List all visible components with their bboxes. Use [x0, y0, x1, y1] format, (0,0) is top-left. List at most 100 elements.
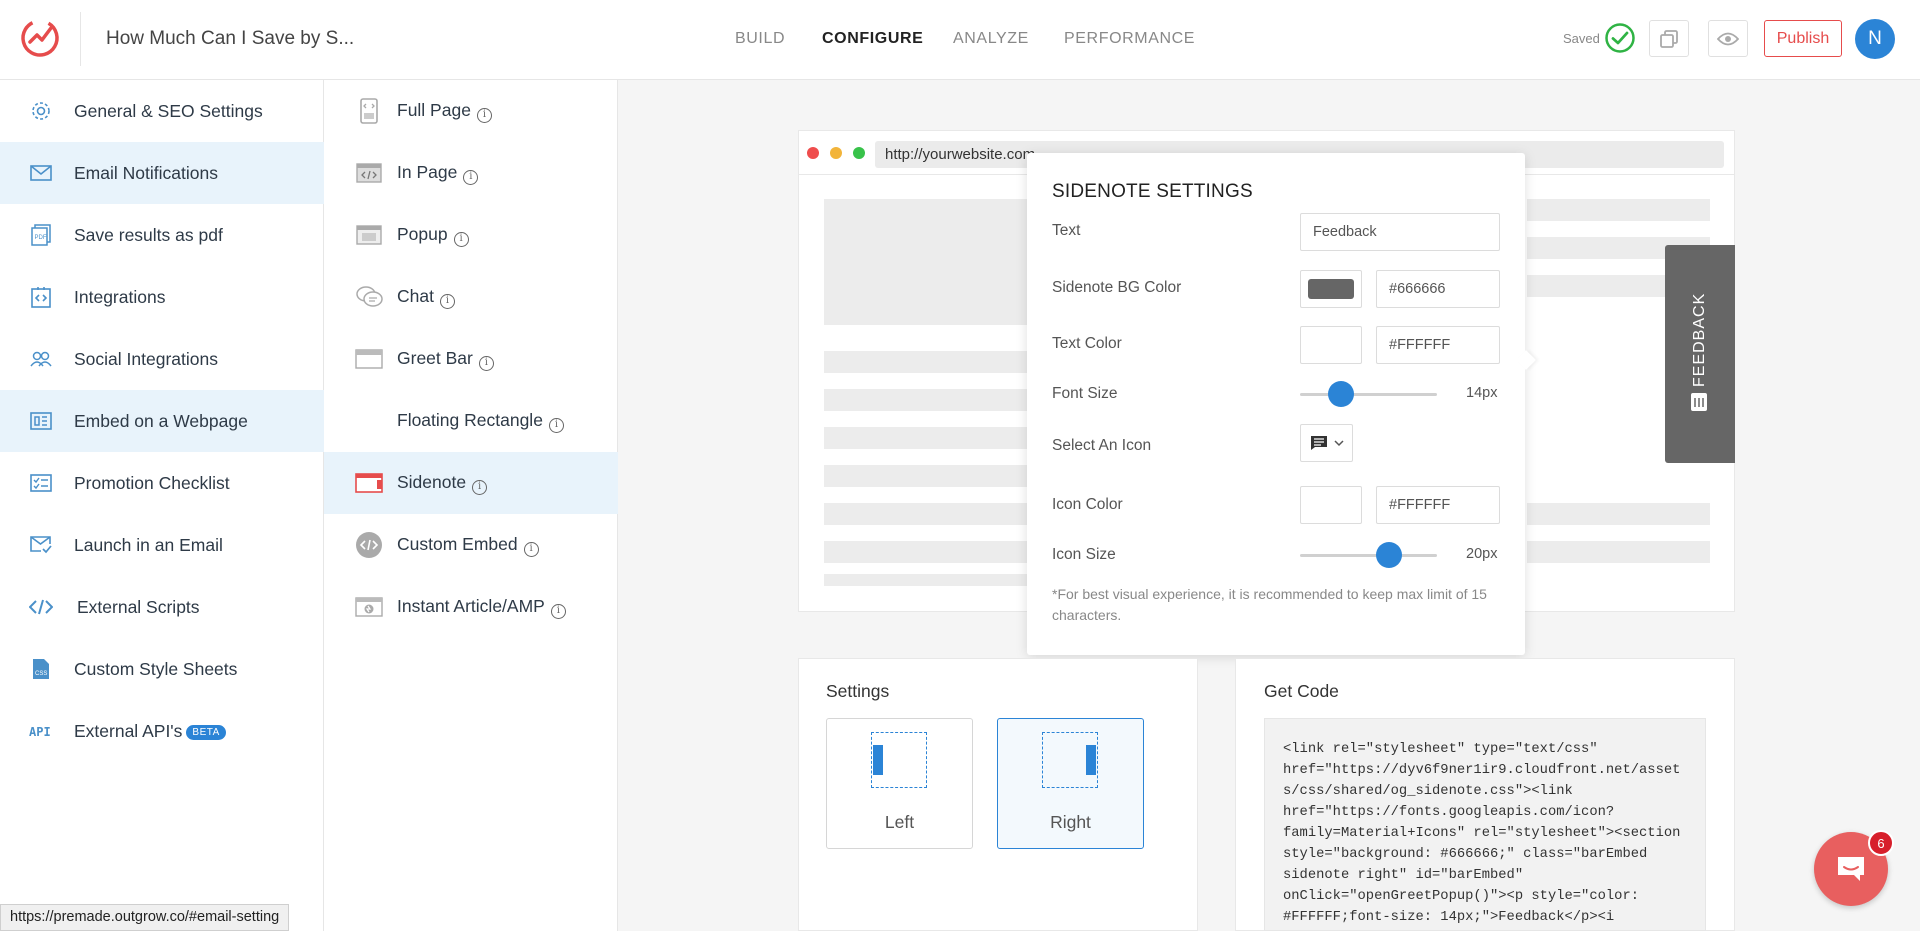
text-color-swatch[interactable] — [1300, 326, 1362, 364]
font-size-slider-thumb[interactable] — [1328, 381, 1355, 407]
nav-build[interactable]: BUILD — [735, 30, 785, 48]
font-size-slider-track[interactable] — [1300, 393, 1437, 396]
duplicate-button[interactable] — [1649, 20, 1689, 57]
embed-option-custom-embed[interactable]: Custom Embed i — [324, 514, 618, 576]
embed-option-in-page[interactable]: In Page i — [324, 142, 618, 204]
sidebar-item-social-integrations[interactable]: Social Integrations — [0, 328, 324, 390]
embed-option-label: Instant Article/AMP i — [397, 596, 566, 619]
sidebar-item-external-scripts[interactable]: External Scripts — [0, 576, 324, 638]
outgrow-logo-icon[interactable] — [18, 15, 62, 59]
info-icon[interactable]: i — [523, 541, 539, 557]
calculator-title[interactable]: How Much Can I Save by S... — [106, 28, 354, 50]
email-launch-icon — [29, 533, 53, 557]
sidebar-item-custom-css[interactable]: CSS Custom Style Sheets — [0, 638, 324, 700]
sidenote-preview-text: FEEDBACK — [1691, 292, 1708, 388]
sidebar-item-label: Email Notifications — [74, 162, 218, 183]
icon-color-input[interactable]: #FFFFFF — [1376, 486, 1500, 524]
character-limit-note: *For best visual experience, it is recom… — [1052, 586, 1487, 623]
info-icon[interactable]: i — [453, 231, 469, 247]
floating-rectangle-text: Floating Rectangle — [397, 409, 543, 430]
text-label: Text — [1052, 222, 1081, 239]
bg-color-preview — [1308, 279, 1354, 299]
gear-icon — [29, 99, 53, 123]
icon-size-slider-track[interactable] — [1300, 554, 1437, 557]
pdf-icon: PDF — [29, 223, 53, 247]
placeholder-image — [824, 199, 1034, 325]
embed-option-popup[interactable]: Popup i — [324, 204, 618, 266]
comment-icon — [1311, 436, 1327, 450]
font-size-label: Font Size — [1052, 385, 1118, 402]
instant-article-text: Instant Article/AMP — [397, 595, 545, 616]
text-color-input[interactable]: #FFFFFF — [1376, 326, 1500, 364]
placeholder-line — [824, 465, 1034, 487]
full-page-text: Full Page — [397, 99, 471, 120]
publish-button[interactable]: Publish — [1764, 20, 1842, 57]
info-icon[interactable]: i — [463, 169, 479, 185]
copy-icon — [1660, 29, 1678, 48]
maximize-dot-icon — [853, 147, 865, 159]
sidebar-item-integrations[interactable]: Integrations — [0, 266, 324, 328]
popup-text: Popup — [397, 223, 448, 244]
sidebar-item-embed-webpage[interactable]: Embed on a Webpage — [0, 390, 324, 452]
embed-option-label: Floating Rectangle i — [397, 410, 564, 433]
nav-analyze[interactable]: ANALYZE — [953, 30, 1029, 48]
embed-option-chat[interactable]: Chat i — [324, 266, 618, 328]
sidebar-item-save-pdf[interactable]: PDF Save results as pdf — [0, 204, 324, 266]
users-icon — [29, 347, 53, 371]
icon-color-swatch[interactable] — [1300, 486, 1362, 524]
embed-option-label: Sidenote i — [397, 472, 488, 495]
user-avatar[interactable]: N — [1855, 19, 1895, 59]
info-icon[interactable]: i — [550, 603, 566, 619]
amp-icon — [355, 593, 383, 621]
embed-option-greet-bar[interactable]: Greet Bar i — [324, 328, 618, 390]
feedback-icon — [1691, 393, 1707, 411]
icon-size-value: 20px — [1466, 546, 1498, 562]
embed-option-full-page[interactable]: Full Page i — [324, 80, 618, 142]
sidebar-item-email-notifications[interactable]: Email Notifications — [0, 142, 324, 204]
sidenote-text-input[interactable]: Feedback — [1300, 213, 1500, 251]
right-tab-indicator — [1086, 745, 1096, 775]
embed-option-instant-article[interactable]: Instant Article/AMP i — [324, 576, 618, 638]
sidebar-item-label: Save results as pdf — [74, 224, 223, 245]
eye-icon — [1717, 32, 1739, 45]
font-size-value: 14px — [1466, 385, 1498, 401]
info-icon[interactable]: i — [476, 107, 492, 123]
bg-color-swatch[interactable] — [1300, 270, 1362, 308]
embed-code-block[interactable]: <link rel="stylesheet" type="text/css" h… — [1264, 718, 1706, 931]
sidebar-item-external-api[interactable]: API External API's BETA — [0, 700, 324, 762]
code-icon — [29, 595, 53, 619]
chat-icon — [355, 283, 383, 311]
sidebar-item-label: Launch in an Email — [74, 534, 223, 555]
icon-select-dropdown[interactable] — [1300, 424, 1353, 462]
sidebar-item-label: External API's BETA — [74, 721, 226, 742]
chevron-down-icon — [1334, 440, 1344, 447]
info-icon[interactable]: i — [439, 293, 455, 309]
info-icon[interactable]: i — [478, 355, 494, 371]
placeholder-line — [824, 351, 1034, 373]
css-icon: CSS — [29, 657, 53, 681]
bg-color-input[interactable]: #666666 — [1376, 270, 1500, 308]
embed-option-sidenote[interactable]: Sidenote i — [324, 452, 618, 514]
settings-sidebar: General & SEO Settings Email Notificatio… — [0, 80, 324, 931]
position-left-label: Left — [884, 812, 915, 832]
checklist-icon — [29, 471, 53, 495]
placeholder-line — [824, 427, 1034, 449]
sidebar-item-launch-email[interactable]: Launch in an Email — [0, 514, 324, 576]
integrations-icon — [29, 285, 53, 309]
embed-option-label: Full Page i — [397, 100, 492, 123]
in-page-text: In Page — [397, 161, 458, 182]
sidenote-settings-title: SIDENOTE SETTINGS — [1052, 181, 1253, 202]
unread-count-badge: 6 — [1868, 830, 1894, 856]
top-header: How Much Can I Save by S... BUILD CONFIG… — [0, 0, 1920, 80]
in-page-icon — [355, 159, 383, 187]
icon-size-slider-thumb[interactable] — [1376, 542, 1403, 568]
saved-status: Saved — [1563, 31, 1600, 46]
info-icon[interactable]: i — [472, 479, 488, 495]
info-icon[interactable]: i — [548, 417, 564, 433]
embed-option-floating-rectangle[interactable]: Floating Rectangle i — [324, 390, 618, 452]
preview-button[interactable] — [1708, 20, 1748, 57]
nav-performance[interactable]: PERFORMANCE — [1064, 30, 1195, 48]
sidebar-item-general-seo[interactable]: General & SEO Settings — [0, 80, 324, 142]
nav-configure[interactable]: CONFIGURE — [822, 30, 923, 48]
sidebar-item-promotion-checklist[interactable]: Promotion Checklist — [0, 452, 324, 514]
